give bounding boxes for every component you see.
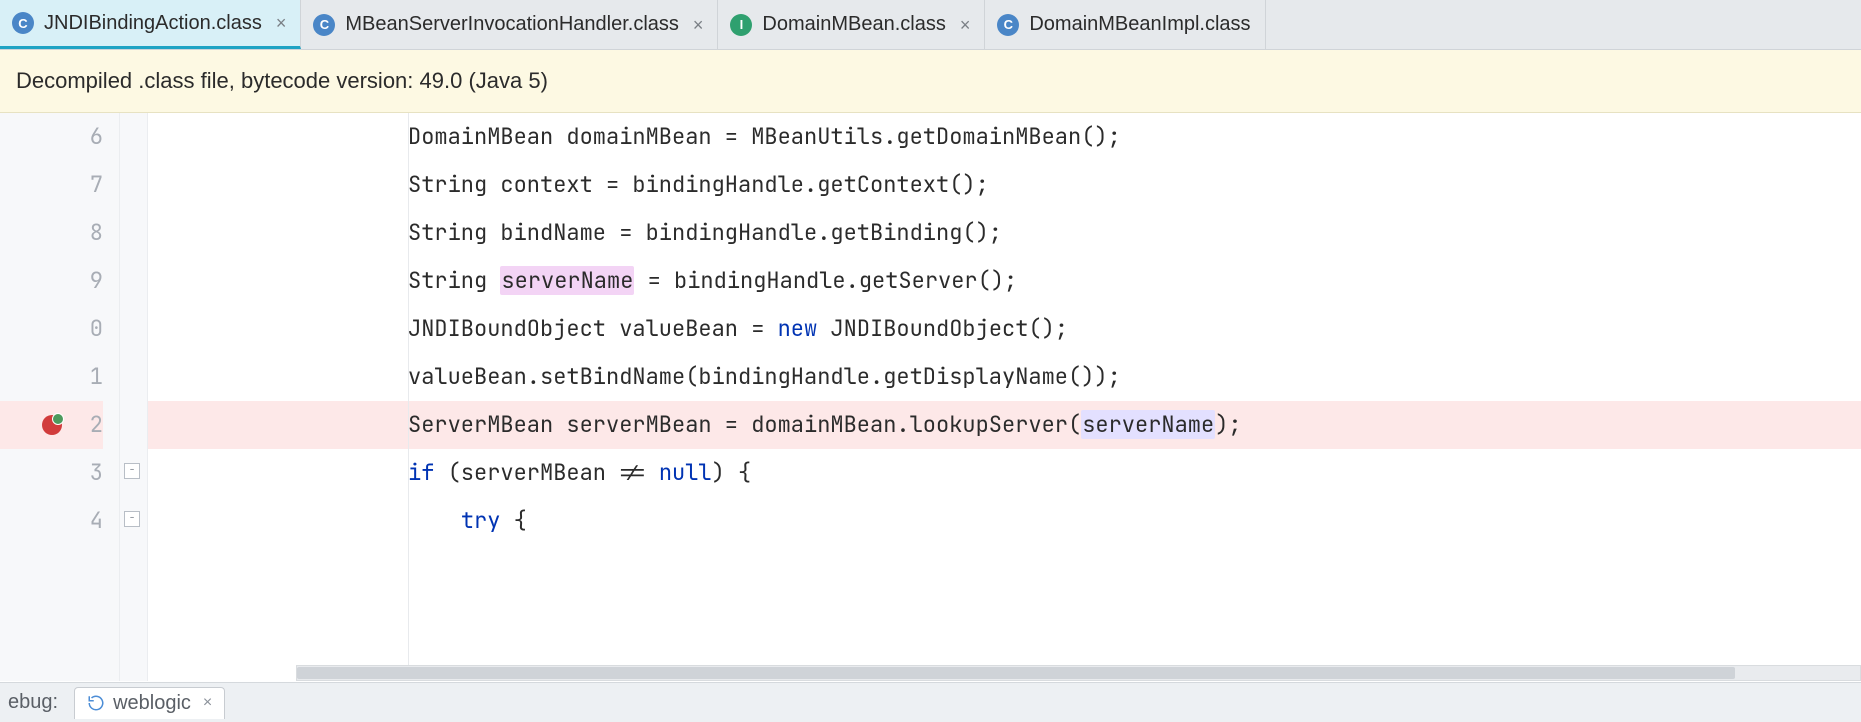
identifier-highlight: serverName (500, 266, 634, 295)
identifier-highlight: serverName (1081, 410, 1215, 439)
editor-tabs-bar: C JNDIBindingAction.class × C MBeanServe… (0, 0, 1861, 50)
line-number[interactable]: 8 (0, 209, 103, 257)
close-icon[interactable]: × (693, 16, 704, 34)
code-text: JNDIBoundObject(); (817, 314, 1068, 343)
fold-column[interactable]: − − (120, 113, 148, 681)
tab-domain-mbean-impl[interactable]: C DomainMBeanImpl.class (985, 0, 1265, 49)
code-text: ServerMBean serverMBean = domainMBean.lo… (408, 410, 1081, 439)
run-config-tab-weblogic[interactable]: weblogic × (74, 687, 225, 719)
code-line[interactable]: try { (148, 497, 1861, 545)
code-line[interactable]: DomainMBean domainMBean = MBeanUtils.get… (148, 113, 1861, 161)
line-number[interactable]: 4 (0, 497, 103, 545)
keyword: try (461, 506, 501, 535)
close-icon[interactable]: × (960, 16, 971, 34)
code-text: ); (1215, 410, 1241, 439)
breakpoint-icon[interactable] (42, 415, 62, 435)
code-text: valueBean.setBindName(bindingHandle.getD… (408, 362, 1121, 391)
fold-toggle-icon[interactable]: − (124, 511, 140, 527)
code-text: { (500, 506, 526, 535)
code-line[interactable]: JNDIBoundObject valueBean = new JNDIBoun… (148, 305, 1861, 353)
code-line[interactable]: String serverName = bindingHandle.getSer… (148, 257, 1861, 305)
class-icon: C (12, 12, 34, 34)
code-text: DomainMBean domainMBean = MBeanUtils.get… (408, 122, 1121, 151)
code-editor[interactable]: 678901234 − − DomainMBean domainMBean = … (0, 113, 1861, 681)
decompiled-banner: Decompiled .class file, bytecode version… (0, 50, 1861, 113)
keyword: if (408, 458, 434, 487)
rerun-icon (87, 694, 105, 712)
line-number[interactable]: 9 (0, 257, 103, 305)
line-number-gutter[interactable]: 678901234 (0, 113, 120, 681)
close-icon[interactable]: × (203, 694, 212, 712)
code-text (408, 506, 461, 535)
tab-mbean-server-invocation-handler[interactable]: C MBeanServerInvocationHandler.class × (301, 0, 718, 49)
tab-label: JNDIBindingAction.class (44, 12, 262, 35)
code-line[interactable]: if (serverMBean != null) { (148, 449, 1861, 497)
tab-label: DomainMBeanImpl.class (1029, 13, 1250, 36)
code-text: JNDIBoundObject valueBean = (408, 314, 778, 343)
line-number[interactable]: 1 (0, 353, 103, 401)
line-number[interactable]: 3 (0, 449, 103, 497)
class-icon: C (313, 14, 335, 36)
close-icon[interactable]: × (276, 14, 287, 32)
debug-label: ebug: (8, 691, 58, 714)
keyword: null (659, 458, 712, 487)
class-icon: C (997, 14, 1019, 36)
line-number[interactable]: 2 (0, 401, 103, 449)
code-line[interactable]: String bindName = bindingHandle.getBindi… (148, 209, 1861, 257)
code-text: String context = bindingHandle.getContex… (408, 170, 989, 199)
line-number[interactable]: 6 (0, 113, 103, 161)
code-area[interactable]: DomainMBean domainMBean = MBeanUtils.get… (148, 113, 1861, 681)
run-config-label: weblogic (113, 692, 191, 715)
interface-icon: I (730, 14, 752, 36)
tab-jndi-binding-action[interactable]: C JNDIBindingAction.class × (0, 0, 301, 49)
line-number[interactable]: 7 (0, 161, 103, 209)
scrollbar-thumb[interactable] (297, 667, 1735, 679)
tab-domain-mbean[interactable]: I DomainMBean.class × (718, 0, 985, 49)
horizontal-scrollbar[interactable] (296, 665, 1861, 681)
code-text: = bindingHandle.getServer(); (634, 266, 1017, 295)
line-number[interactable]: 0 (0, 305, 103, 353)
code-text: ) { (712, 458, 752, 487)
banner-text: Decompiled .class file, bytecode version… (16, 68, 548, 93)
keyword: new (778, 314, 818, 343)
code-text: (serverMBean != (434, 458, 658, 487)
code-line[interactable]: valueBean.setBindName(bindingHandle.getD… (148, 353, 1861, 401)
code-text: String bindName = bindingHandle.getBindi… (408, 218, 1002, 247)
code-line[interactable]: ServerMBean serverMBean = domainMBean.lo… (148, 401, 1861, 449)
debug-tool-window-bar: ebug: weblogic × (0, 682, 1861, 722)
fold-toggle-icon[interactable]: − (124, 463, 140, 479)
tab-label: DomainMBean.class (762, 13, 945, 36)
code-text: String (408, 266, 500, 295)
code-line[interactable]: String context = bindingHandle.getContex… (148, 161, 1861, 209)
tab-label: MBeanServerInvocationHandler.class (345, 13, 679, 36)
